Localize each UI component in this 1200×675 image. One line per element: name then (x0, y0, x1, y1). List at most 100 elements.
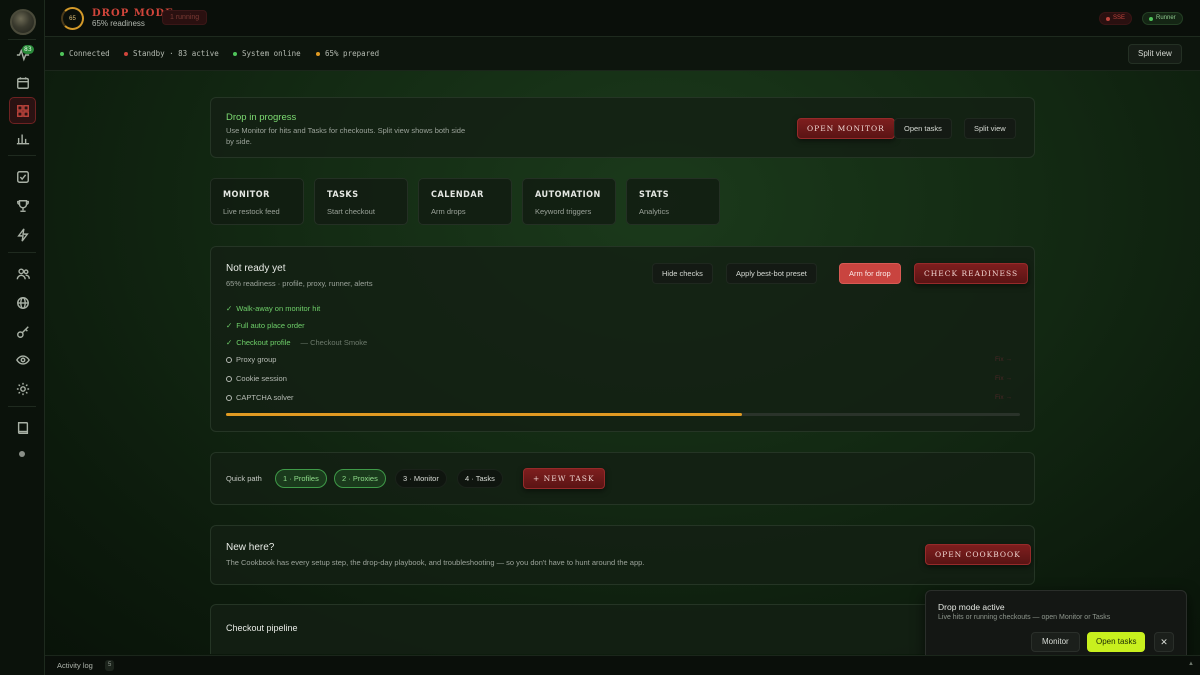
nav-card-title: AUTOMATION (535, 190, 601, 200)
quick-path-monitor[interactable]: 3 · Monitor (395, 469, 447, 488)
close-icon[interactable]: ✕ (1154, 632, 1174, 652)
activity-badge: 83 (22, 45, 34, 54)
circle-icon (226, 375, 232, 382)
open-monitor-button[interactable]: OPEN MONITOR (797, 118, 895, 139)
readiness-progress-fill (226, 413, 743, 416)
check-item: ✓ Full auto place order (226, 321, 305, 330)
activity-log-label: Activity log (57, 661, 93, 670)
nav-card-subtitle: Keyword triggers (535, 207, 592, 216)
sse-status-badge: SSE (1099, 12, 1133, 25)
globe-icon[interactable] (12, 292, 34, 314)
status-dot (19, 451, 25, 457)
status-label: 65% prepared (325, 49, 380, 58)
nav-card-monitor[interactable]: MONITOR Live restock feed (210, 178, 304, 225)
check-note: — Checkout Smoke (300, 338, 368, 347)
running-badge[interactable]: 1 running (162, 10, 208, 25)
app-logo[interactable] (10, 9, 36, 35)
status-dot (316, 51, 320, 56)
check-mark-icon: ✓ (226, 304, 233, 313)
chevron-up-icon[interactable]: ▲ (1188, 661, 1194, 667)
activity-log-bar[interactable]: Activity log 5 ▲ (45, 655, 1200, 675)
drop-mode-subtitle: 65% readiness (92, 19, 145, 28)
eye-icon[interactable] (12, 349, 34, 371)
readiness-card: Not ready yet 65% readiness · profile, p… (210, 246, 1035, 432)
check-label: Cookie session (236, 374, 287, 383)
top-bar: 65 DROP MODE 65% readiness 1 running SSE… (45, 0, 1200, 37)
trophy-icon[interactable] (12, 195, 34, 217)
readiness-title: Not ready yet (226, 263, 286, 274)
status-dot (124, 51, 128, 56)
status-standby: Standby · 83 active (124, 49, 219, 58)
check-item: CAPTCHA solver (226, 393, 294, 402)
sidebar-divider (8, 406, 36, 407)
calendar-icon[interactable] (12, 72, 34, 94)
pipeline-card: Checkout pipeline (210, 604, 1035, 654)
quick-path-tasks[interactable]: 4 · Tasks (457, 469, 503, 488)
runner-status-badge: Runner (1142, 12, 1183, 25)
readiness-progress-bar (226, 413, 1020, 416)
toast-open-tasks-button[interactable]: Open tasks (1087, 632, 1146, 652)
nav-card-stats[interactable]: STATS Analytics (626, 178, 720, 225)
check-readiness-button[interactable]: CHECK READINESS (914, 263, 1029, 284)
grid-icon[interactable] (9, 97, 36, 124)
status-system: System online (233, 49, 301, 58)
pipeline-title: Checkout pipeline (226, 623, 298, 633)
circle-icon (226, 356, 232, 363)
checkbox-icon[interactable] (12, 166, 34, 188)
users-icon[interactable] (12, 263, 34, 285)
nav-card-automation[interactable]: AUTOMATION Keyword triggers (522, 178, 616, 225)
status-dot (60, 51, 64, 56)
readiness-ring-value: 65 (69, 15, 76, 22)
open-tasks-button[interactable]: Open tasks (894, 118, 952, 139)
check-label: Walk-away on monitor hit (236, 304, 321, 313)
sidebar: 83 (0, 0, 45, 675)
nav-card-tasks[interactable]: TASKS Start checkout (314, 178, 408, 225)
key-icon[interactable] (12, 321, 34, 343)
toast-title: Drop mode active (938, 602, 1005, 612)
check-label: Proxy group (236, 355, 277, 364)
check-label: CAPTCHA solver (236, 393, 294, 402)
nav-card-title: MONITOR (223, 190, 270, 200)
apply-preset-button[interactable]: Apply best-bot preset (726, 263, 817, 284)
status-dot (233, 51, 237, 56)
sidebar-divider (8, 39, 36, 40)
nav-card-calendar[interactable]: CALENDAR Arm drops (418, 178, 512, 225)
quick-path-profiles[interactable]: 1 · Profiles (275, 469, 327, 488)
readiness-ring: 65 (61, 7, 84, 30)
status-label: System online (242, 49, 301, 58)
book-icon[interactable] (12, 417, 34, 439)
cookbook-text: The Cookbook has every setup step, the d… (226, 558, 645, 567)
bar-chart-icon[interactable] (12, 127, 34, 149)
activity-log-count: 5 (105, 660, 115, 671)
drop-banner-title: Drop in progress (226, 112, 297, 123)
check-mark-icon: ✓ (226, 321, 233, 330)
hide-checks-button[interactable]: Hide checks (652, 263, 713, 284)
fix-link[interactable]: Fix → (995, 375, 1012, 382)
gear-icon[interactable] (12, 378, 34, 400)
fix-link[interactable]: Fix → (995, 356, 1012, 363)
check-item: ✓ Checkout profile — Checkout Smoke (226, 338, 367, 347)
toast-subtitle: Live hits or running checkouts — open Mo… (938, 614, 1111, 621)
nav-card-subtitle: Start checkout (327, 207, 375, 216)
open-cookbook-button[interactable]: OPEN COOKBOOK (925, 544, 1031, 565)
split-view-button[interactable]: Split view (1128, 44, 1182, 64)
check-item: Cookie session (226, 374, 287, 383)
drop-banner: Drop in progress Use Monitor for hits an… (210, 97, 1035, 158)
new-task-button[interactable]: + NEW TASK (523, 468, 605, 489)
status-strip: Connected Standby · 83 active System onl… (45, 37, 1200, 71)
circle-icon (226, 394, 232, 401)
cookbook-title: New here? (226, 542, 275, 553)
readiness-subtitle: 65% readiness · profile, proxy, runner, … (226, 279, 373, 288)
fix-link[interactable]: Fix → (995, 394, 1012, 401)
bolt-icon[interactable] (12, 224, 34, 246)
check-item: Proxy group (226, 355, 276, 364)
split-view-button[interactable]: Split view (964, 118, 1016, 139)
sse-status-label: SSE (1113, 15, 1126, 21)
status-connected: Connected (60, 49, 110, 58)
status-label: Standby · 83 active (133, 49, 219, 58)
arm-for-drop-button[interactable]: Arm for drop (839, 263, 901, 284)
toast-monitor-button[interactable]: Monitor (1031, 632, 1080, 652)
check-mark-icon: ✓ (226, 338, 233, 347)
nav-card-title: STATS (639, 190, 670, 200)
quick-path-proxies[interactable]: 2 · Proxies (334, 469, 386, 488)
